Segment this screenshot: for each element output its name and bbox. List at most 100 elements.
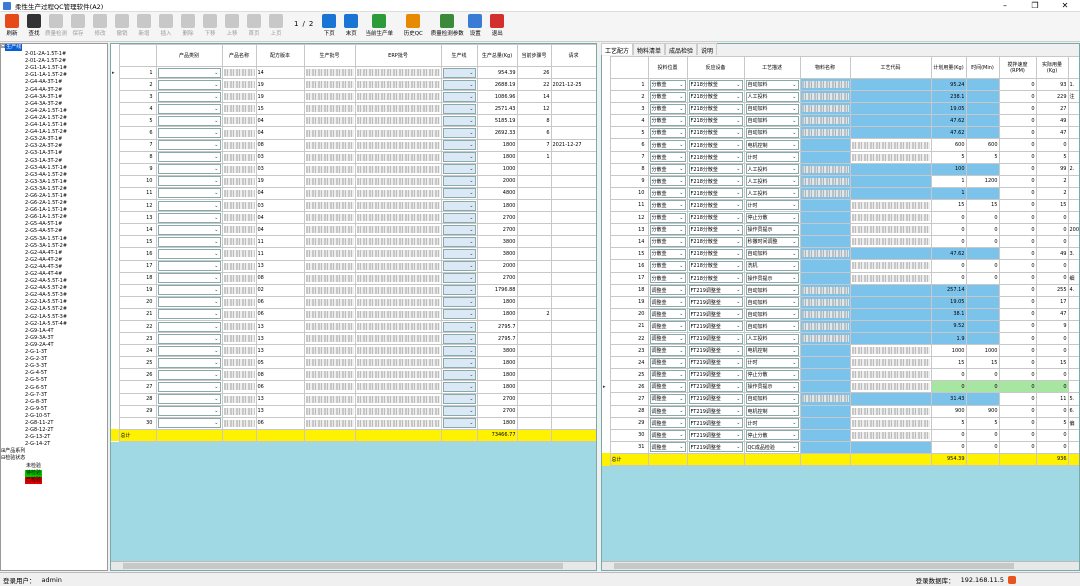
cell-time[interactable]: 0 (965, 259, 1000, 273)
table-row[interactable]: 8 分散釜 ⌄ F218分散釜 ⌄ 人工投料 ⌄ 100 0 99 2. (602, 162, 1079, 176)
cell-product-name[interactable] (221, 259, 257, 273)
table-row[interactable]: 29 调整釜 ⌄ FT219调整釜 ⌄ 计时 ⌄ 5 5 0 5 偏 (602, 416, 1079, 430)
dropdown[interactable]: ⌄ (442, 321, 476, 332)
dropdown[interactable]: F218分散釜 ⌄ (688, 273, 743, 284)
cell-time[interactable] (965, 247, 1000, 261)
tree-item[interactable]: 2-G2-4A-5.5T-1# (1, 278, 107, 285)
cell-actual-qty[interactable]: 47 (1035, 126, 1069, 140)
cell-batch[interactable] (303, 368, 356, 382)
cell-plan-qty[interactable]: 0 (930, 271, 967, 285)
cell-version[interactable]: 06 (255, 380, 305, 394)
dropdown[interactable]: FT219调整釜 ⌄ (688, 285, 743, 296)
table-row[interactable]: 20 ⌄ 06 ⌄ 1800 (111, 295, 596, 309)
cell-product-name[interactable] (221, 380, 257, 394)
tree-inspection-status[interactable]: ⊟检验状态 (1, 455, 107, 462)
cell-position[interactable]: 调整釜 ⌄ (647, 295, 688, 309)
cell-category[interactable]: ⌄ (155, 416, 223, 430)
cell-rpm[interactable]: 0 (998, 259, 1037, 273)
cell-process-code[interactable] (849, 90, 932, 104)
cell-batch[interactable] (303, 356, 356, 370)
cell-position[interactable]: 调整釜 ⌄ (647, 283, 688, 297)
cell-actual-qty[interactable]: 5 (1035, 416, 1069, 430)
cell-category[interactable]: ⌄ (155, 235, 223, 249)
cell-plan-qty[interactable]: 0 (930, 368, 967, 382)
cell-description[interactable]: QC成品检验 ⌄ (743, 440, 801, 454)
cell-quantity[interactable]: 2000 (476, 174, 518, 188)
cell-description[interactable]: 计时 ⌄ (743, 416, 801, 430)
cell-erp-batch[interactable] (354, 102, 442, 116)
cell-process-code[interactable] (849, 259, 932, 273)
tree-item[interactable]: 2-G-8-3T (1, 399, 107, 406)
cell-batch[interactable] (303, 247, 356, 261)
table-row[interactable]: 9 分散釜 ⌄ F218分散釜 ⌄ 人工投料 ⌄ 1 1200 0 2 (602, 174, 1079, 188)
cell-version[interactable]: 13 (255, 344, 305, 358)
cell-line[interactable]: ⌄ (440, 368, 478, 382)
cell-quantity[interactable]: 1086.96 (476, 90, 518, 104)
cell-product-name[interactable] (221, 126, 257, 140)
cell-extra[interactable] (1067, 235, 1079, 249)
cell-description[interactable]: 自动加料 ⌄ (743, 77, 801, 92)
cell-position[interactable]: 分散釜 ⌄ (647, 162, 688, 176)
cell-rpm[interactable]: 0 (998, 344, 1037, 358)
cell-batch[interactable] (303, 392, 356, 406)
table-row[interactable]: 12 分散釜 ⌄ F218分散釜 ⌄ 停止分散 ⌄ 0 0 0 0 (602, 211, 1079, 225)
dropdown[interactable]: 调整釜 ⌄ (649, 442, 686, 453)
cell-process-code[interactable] (849, 380, 932, 394)
cell-erp-batch[interactable] (354, 416, 442, 430)
cell-plan-qty[interactable]: 100 (930, 162, 967, 176)
cell-version[interactable]: 04 (255, 211, 305, 225)
cell-device[interactable]: F218分散釜 ⌄ (686, 235, 745, 249)
cell-description[interactable]: 计时 ⌄ (743, 356, 801, 370)
tree-item[interactable]: 2-G4-4A-3T-1# (1, 79, 107, 86)
cell-product-name[interactable] (221, 356, 257, 370)
cell-batch[interactable] (303, 295, 356, 309)
cell-category[interactable]: ⌄ (155, 356, 223, 370)
cell-quantity[interactable]: 2700 (476, 392, 518, 406)
cell-time[interactable] (965, 102, 1000, 116)
table-row[interactable]: 30 ⌄ 06 ⌄ 1800 (111, 416, 596, 430)
cell-description[interactable]: 停止分散 ⌄ (743, 368, 801, 382)
cell-quantity[interactable]: 1800 (476, 380, 518, 394)
cell-device[interactable]: F218分散釜 ⌄ (686, 126, 745, 140)
cell-rpm[interactable]: 0 (998, 428, 1037, 442)
cell-plan-qty[interactable]: 238.1 (930, 90, 967, 104)
tree-item[interactable]: 2-G1-1A-1.5T-2# (1, 72, 107, 79)
maximize-icon[interactable]: ❐ (1020, 0, 1050, 12)
flask-button[interactable]: 质量检测参数 (431, 12, 464, 42)
cell-version[interactable]: 19 (255, 90, 305, 104)
cell-step[interactable] (516, 380, 552, 394)
table-row[interactable]: 15 分散釜 ⌄ F218分散釜 ⌄ 自动加料 ⌄ 47.62 0 49 3. (602, 247, 1079, 261)
dropdown[interactable]: F218分散釜 ⌄ (688, 115, 743, 126)
tree-item[interactable]: 2-G2-1A-5.5T-1# (1, 299, 107, 306)
cell-material[interactable] (799, 235, 851, 249)
dropdown[interactable]: ⌄ (442, 140, 476, 151)
cell-device[interactable]: F218分散釜 ⌄ (686, 259, 745, 273)
cell-process-code[interactable] (849, 77, 932, 92)
cell-position[interactable]: 分散釜 ⌄ (647, 247, 688, 261)
cell-line[interactable]: ⌄ (440, 416, 478, 430)
table-row[interactable]: 11 分散釜 ⌄ F218分散釜 ⌄ 计时 ⌄ 15 15 0 15 (602, 198, 1079, 213)
cell-erp-batch[interactable] (354, 356, 442, 370)
cell-process-code[interactable] (849, 114, 932, 128)
cell-process-code[interactable] (849, 174, 932, 188)
cell-extra[interactable]: 偏 (1067, 416, 1079, 430)
cell-extra[interactable] (1067, 428, 1079, 442)
cell-rpm[interactable]: 0 (998, 235, 1037, 249)
dropdown[interactable]: FT219调整釜 ⌄ (688, 442, 743, 453)
table-row[interactable]: 24 ⌄ 13 ⌄ 3800 (111, 344, 596, 358)
cell-process-code[interactable] (849, 392, 932, 406)
dropdown[interactable]: F218分散釜 ⌄ (688, 127, 743, 138)
cell-version[interactable]: 03 (255, 150, 305, 164)
cell-rpm[interactable]: 0 (998, 138, 1037, 152)
cell-batch[interactable] (303, 114, 356, 128)
dropdown[interactable]: ⌄ (157, 115, 221, 126)
table-row[interactable]: 11 ⌄ 04 ⌄ 4800 (111, 186, 596, 201)
cell-request[interactable] (550, 247, 596, 261)
dropdown[interactable]: ⌄ (157, 67, 221, 78)
cell-position[interactable]: 调整釜 ⌄ (647, 440, 688, 454)
cell-erp-batch[interactable] (354, 199, 442, 213)
cell-line[interactable]: ⌄ (440, 271, 478, 285)
cell-description[interactable]: 电机控制 ⌄ (743, 344, 801, 358)
cell-version[interactable]: 05 (255, 356, 305, 370)
dropdown[interactable]: ⌄ (442, 79, 476, 90)
